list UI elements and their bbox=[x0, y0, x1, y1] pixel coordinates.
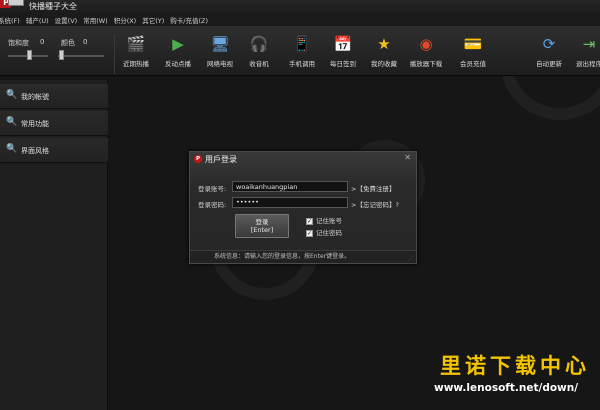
menu-item-other[interactable]: 其它(Y) bbox=[142, 15, 164, 25]
search-icon: 🔍 bbox=[6, 117, 18, 127]
toolbar-vod-button[interactable]: ▶ 反动点播 bbox=[157, 34, 199, 72]
sidebar-item-label: 常用功能 bbox=[21, 120, 49, 128]
toolbar-favorites-button[interactable]: ★ 我的收藏 bbox=[363, 34, 405, 72]
window-title: 快播種子大全 bbox=[29, 2, 77, 11]
menu-item-settings[interactable]: 设置(V) bbox=[55, 15, 78, 25]
menu-item-recharge[interactable]: 购卡/充值(Z) bbox=[170, 15, 208, 25]
movie-icon: 🎬 bbox=[126, 35, 146, 53]
sidebar-item-common-functions[interactable]: 🔍 常用功能 bbox=[0, 111, 108, 136]
menu-item-assist[interactable]: 辅产(U) bbox=[26, 15, 49, 25]
toolbar-recent-hot-button[interactable]: 🎬 近期热播 bbox=[115, 34, 157, 72]
login-button[interactable]: 登录 [Enter] bbox=[235, 214, 289, 238]
sidebar: 🔍 我的帐號 🔍 常用功能 🔍 界面风格 bbox=[0, 80, 108, 410]
title-bar: P 快播種子大全 bbox=[0, 0, 600, 13]
star-icon: ★ bbox=[377, 35, 391, 53]
remember-password-checkbox[interactable]: ✓ bbox=[306, 229, 313, 237]
dialog-logo-icon: P bbox=[194, 155, 202, 163]
toolbar-label: 我的收藏 bbox=[371, 60, 397, 68]
password-input[interactable]: •••••• bbox=[232, 197, 348, 208]
play-icon: ▶ bbox=[172, 35, 184, 53]
login-button-shortcut: [Enter] bbox=[250, 226, 274, 234]
search-icon: 🔍 bbox=[6, 144, 18, 154]
remember-password-label: 记住密码 bbox=[316, 229, 342, 237]
status-text: 系统信息：请输入您的登录信息，按Enter键登录。 bbox=[214, 253, 351, 260]
sidebar-item-interface-style[interactable]: 🔍 界面风格 bbox=[0, 138, 108, 163]
toolbar-checkin-button[interactable]: 📅 每日签到 bbox=[322, 34, 364, 72]
toolbar-radio-button[interactable]: 🎧 收音机 bbox=[238, 34, 280, 72]
forgot-password-link[interactable]: >【忘记密码】? bbox=[351, 199, 399, 209]
remember-account-checkbox[interactable]: ✓ bbox=[306, 217, 313, 225]
remember-account-label: 记住账号 bbox=[316, 217, 342, 225]
wallet-icon: 💳 bbox=[463, 35, 483, 53]
menu-item-points[interactable]: 积分(X) bbox=[114, 15, 137, 25]
login-button-label: 登录 bbox=[255, 218, 269, 226]
saturation-label: 饱和度 bbox=[8, 39, 29, 47]
toolbar-label: 播放器下载 bbox=[409, 60, 443, 68]
close-icon[interactable]: ✕ bbox=[404, 153, 411, 162]
register-link[interactable]: >【免費注册】 bbox=[351, 183, 395, 193]
sidebar-item-my-account[interactable]: 🔍 我的帐號 bbox=[0, 84, 108, 109]
saturation-slider-thumb[interactable] bbox=[27, 50, 32, 60]
phone-icon: 📱 bbox=[292, 35, 312, 53]
toolbar-network-tv-button[interactable]: 🖥 网络电视 bbox=[199, 34, 241, 72]
toolbar-auto-update-button[interactable]: ⟳ 自动更新 bbox=[528, 34, 570, 72]
saturation-value: 0 bbox=[40, 38, 45, 46]
toolbar-label: 会员充值 bbox=[460, 60, 486, 68]
dialog-title: 用戶登录 bbox=[205, 155, 237, 164]
resize-grip-icon[interactable]: ⋰ bbox=[408, 255, 414, 262]
sidebar-item-label: 我的帐號 bbox=[21, 93, 49, 101]
toolbar-exit-button[interactable]: ⇥ 退出程序 bbox=[568, 34, 600, 72]
menu-item-system[interactable]: 系统(F) bbox=[0, 15, 20, 25]
app-logo-image bbox=[8, 0, 24, 6]
toolbar: 饱和度 0 颜色 0 🎬 近期热播 ▶ 反动点播 🖥 网络电视 🎧 收音机 📱 … bbox=[0, 26, 600, 76]
search-icon: 🔍 bbox=[6, 90, 18, 100]
color-slider-track[interactable] bbox=[58, 55, 104, 57]
exit-icon: ⇥ bbox=[582, 35, 596, 53]
color-label: 颜色 bbox=[61, 39, 75, 47]
headphones-icon: 🎧 bbox=[249, 35, 269, 53]
browser-icon: ◉ bbox=[419, 35, 433, 53]
password-label: 登录密码: bbox=[198, 201, 227, 209]
toolbar-label: 网络电视 bbox=[207, 60, 233, 68]
toolbar-vip-recharge-button[interactable]: 💳 会员充值 bbox=[452, 34, 494, 72]
account-label: 登录账号: bbox=[198, 185, 227, 193]
menu-item-common[interactable]: 常用(W) bbox=[83, 15, 108, 25]
toolbar-label: 收音机 bbox=[249, 60, 269, 68]
calendar-icon: 📅 bbox=[333, 35, 353, 53]
toolbar-label: 近期热播 bbox=[123, 60, 149, 68]
watermark-url: www.lenosoft.net/down/ bbox=[434, 382, 579, 394]
menu-bar: 系统(F) 辅产(U) 设置(V) 常用(W) 积分(X) 其它(Y) 购卡/充… bbox=[0, 13, 600, 26]
tv-icon: 🖥 bbox=[210, 35, 230, 53]
toolbar-player-download-button[interactable]: ◉ 播放器下载 bbox=[405, 34, 447, 72]
color-slider-thumb[interactable] bbox=[59, 50, 64, 60]
status-bar: 系统信息：请输入您的登录信息，按Enter键登录。 bbox=[190, 250, 416, 263]
watermark-title: 里诺下载中心 bbox=[440, 353, 590, 378]
account-input[interactable] bbox=[232, 181, 348, 192]
toolbar-label: 每日签到 bbox=[330, 60, 356, 68]
toolbar-mobile-button[interactable]: 📱 手机调用 bbox=[281, 34, 323, 72]
video-adjust-panel: 饱和度 0 颜色 0 bbox=[8, 38, 108, 66]
update-icon: ⟳ bbox=[542, 35, 556, 53]
toolbar-label: 自动更新 bbox=[536, 60, 562, 68]
login-dialog: P 用戶登录 ✕ 登录账号: >【免費注册】 登录密码: •••••• >【忘记… bbox=[189, 151, 417, 264]
remember-password-row[interactable]: ✓ 记住密码 bbox=[306, 227, 342, 237]
toolbar-label: 退出程序 bbox=[576, 60, 600, 68]
color-value: 0 bbox=[83, 38, 88, 46]
remember-account-row[interactable]: ✓ 记住账号 bbox=[306, 215, 342, 225]
sidebar-item-label: 界面风格 bbox=[21, 147, 49, 155]
toolbar-label: 反动点播 bbox=[165, 60, 191, 68]
toolbar-label: 手机调用 bbox=[289, 60, 315, 68]
